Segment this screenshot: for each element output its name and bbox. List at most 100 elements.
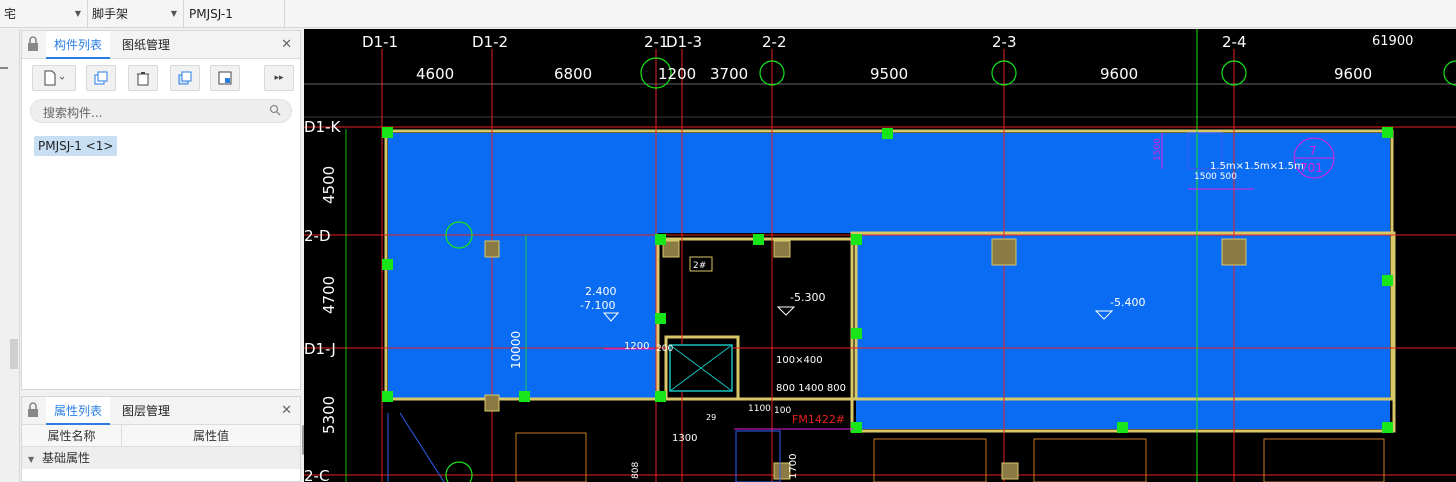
property-group-basic[interactable]: ▼ 基础属性 (22, 447, 300, 469)
axis-label-2-1: 2-1 (644, 33, 669, 51)
node-handle[interactable] (1382, 275, 1393, 286)
elevation-label: 2.400 (585, 285, 617, 298)
node-handle[interactable] (655, 391, 666, 402)
component-toolbar: ▸▸ (22, 59, 300, 95)
axis-label-2-4: 2-4 (1222, 33, 1247, 51)
cad-drawing[interactable]: D1-1 D1-2 2-1 D1-3 2-2 2-3 2-4 61900 460… (304, 29, 1456, 482)
import-button[interactable] (210, 65, 240, 91)
stair-box[interactable] (735, 430, 781, 482)
floor-region-left[interactable] (388, 233, 658, 399)
dim-1100: 1100 (748, 404, 771, 414)
top-toolbar: 宅 ▼ 脚手架 ▼ PMJSJ-1 (0, 0, 1456, 28)
copy-to-floor-button[interactable] (170, 65, 200, 91)
axis-label-2-2: 2-2 (762, 33, 787, 51)
elevation-marker (776, 306, 796, 316)
column[interactable] (1221, 238, 1247, 266)
component-panel: 构件列表 图纸管理 ✕ ▸▸ 搜索构件... PMJSJ-1 <1> (21, 30, 301, 390)
elevation-label: -7.100 (580, 299, 615, 312)
copy-icon (94, 71, 108, 85)
axis-label-2-d: 2-D (304, 227, 331, 245)
column[interactable] (484, 240, 500, 258)
total-dimension: 61900 (1372, 34, 1413, 49)
grid-bubble-2-c[interactable] (445, 461, 473, 482)
dim-1500-v: 1500 (1153, 138, 1163, 161)
dim-10000: 10000 (509, 331, 523, 369)
category-dropdown-value: 脚手架 (92, 7, 129, 21)
category-dropdown[interactable]: 脚手架 ▼ (88, 0, 184, 28)
elevation-label: -5.400 (1110, 296, 1145, 309)
node-handle[interactable] (882, 128, 893, 139)
double-chevron-right-icon: ▸▸ (274, 73, 284, 83)
dock-handle[interactable] (0, 67, 8, 69)
new-component-button[interactable] (32, 65, 76, 91)
dim-1700: 1700 (788, 454, 799, 479)
node-handle[interactable] (851, 234, 862, 245)
tab-drawing-management[interactable]: 图纸管理 (114, 31, 178, 59)
component-list-item[interactable]: PMJSJ-1 <1> (34, 136, 118, 156)
delete-button[interactable] (128, 65, 158, 91)
component-dropdown[interactable]: PMJSJ-1 (185, 0, 285, 28)
trash-icon (137, 72, 149, 86)
close-icon[interactable]: ✕ (281, 403, 292, 418)
dim-9600-b: 9600 (1334, 65, 1372, 83)
dim-5300: 5300 (320, 396, 338, 434)
dim-4500: 4500 (320, 166, 338, 204)
lower-room (1263, 438, 1385, 482)
left-dock-strip (0, 29, 20, 482)
dim-1300: 1300 (672, 433, 697, 444)
tab-layer-management[interactable]: 图层管理 (114, 397, 178, 425)
dim-808: 808 (631, 462, 641, 479)
dim-4600: 4600 (416, 65, 454, 83)
property-panel-tabs: 属性列表 图层管理 ✕ (22, 397, 300, 425)
lock-icon[interactable] (27, 36, 39, 52)
dim-1500-500: 1500 500 (1194, 172, 1237, 182)
copy-button[interactable] (86, 65, 116, 91)
cad-canvas[interactable]: D1-1 D1-2 2-1 D1-3 2-2 2-3 2-4 61900 460… (304, 29, 1456, 482)
tab-property-list[interactable]: 属性列表 (46, 397, 111, 425)
room-tag: 2# (693, 261, 706, 271)
node-handle[interactable] (382, 127, 393, 138)
node-handle[interactable] (655, 313, 666, 324)
node-handle[interactable] (519, 391, 530, 402)
lock-icon[interactable] (27, 402, 39, 418)
node-handle[interactable] (1382, 422, 1393, 433)
search-icon[interactable] (269, 104, 281, 116)
node-handle[interactable] (753, 234, 764, 245)
column[interactable] (484, 394, 500, 412)
node-handle[interactable] (1117, 422, 1128, 433)
dim-200-small: 200 (656, 344, 673, 354)
axis-label-d1-k: D1-K (304, 118, 342, 136)
chevron-down-icon: ▼ (74, 9, 81, 18)
dim-1200-small: 1200 (624, 341, 649, 352)
grid-bubble-edge[interactable] (1443, 60, 1456, 86)
floor-region-top[interactable] (388, 133, 1390, 233)
node-handle[interactable] (851, 328, 862, 339)
node-handle[interactable] (655, 234, 666, 245)
axis-label-d1-2: D1-2 (472, 33, 508, 51)
column[interactable] (991, 238, 1017, 266)
dock-tab[interactable] (10, 339, 18, 369)
component-search-input[interactable]: 搜索构件... (30, 99, 292, 123)
column[interactable] (773, 240, 791, 258)
node-handle[interactable] (851, 422, 862, 433)
close-icon[interactable]: ✕ (281, 37, 292, 52)
column[interactable] (1001, 462, 1019, 480)
axis-label-2-3: 2-3 (992, 33, 1017, 51)
property-table-header: 属性名称 属性值 (22, 425, 300, 447)
floor-dropdown-value: 宅 (4, 7, 17, 21)
node-handle[interactable] (1382, 127, 1393, 138)
column-header-value: 属性值 (192, 429, 229, 443)
node-handle[interactable] (382, 391, 393, 402)
elevation-label: -5.300 (790, 291, 825, 304)
more-button[interactable]: ▸▸ (264, 65, 294, 91)
axis-label-2-c: 2-C (304, 467, 329, 482)
tab-component-list[interactable]: 构件列表 (46, 31, 111, 59)
floor-dropdown[interactable]: 宅 ▼ (0, 0, 88, 28)
pit-size-label: 1.5m×1.5m×1.5m (1210, 161, 1304, 172)
layers-copy-icon (178, 71, 192, 85)
node-handle[interactable] (382, 259, 393, 270)
chevron-down-icon: ▼ (170, 9, 177, 18)
lower-room (873, 438, 987, 482)
room-tag-2: 29 (706, 413, 716, 422)
fire-door-label: FM1422# (792, 413, 845, 426)
